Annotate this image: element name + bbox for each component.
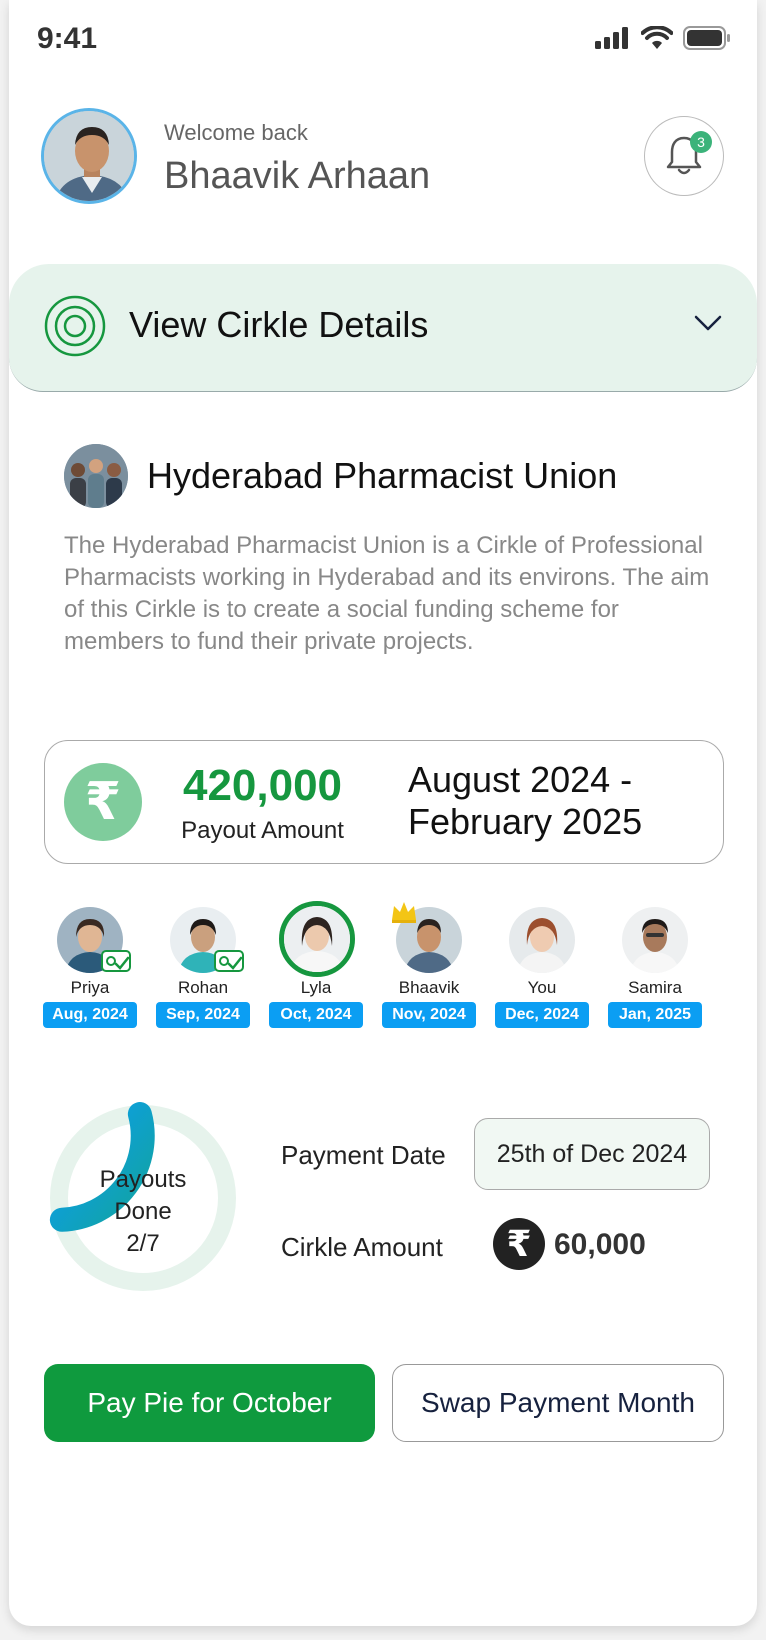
member-month-badge: Nov, 2024: [382, 1002, 476, 1028]
cirkle-target-icon: [44, 295, 106, 357]
paid-check-icon: [101, 950, 131, 972]
member-name: Samira: [628, 978, 682, 997]
member-month-badge: Dec, 2024: [495, 1002, 589, 1028]
member-month-badge: Aug, 2024: [43, 1002, 137, 1028]
user-name: Bhaavik Arhaan: [164, 155, 431, 197]
member-month-badge: Sep, 2024: [156, 1002, 250, 1028]
cirkle-details-title: View Cirkle Details: [129, 304, 429, 345]
user-avatar[interactable]: [41, 108, 137, 204]
payout-amount-label: Payout Amount: [181, 817, 344, 844]
wifi-icon: [641, 26, 673, 49]
group-name: Hyderabad Pharmacist Union: [147, 455, 618, 496]
payout-amount: 420,000: [182, 761, 343, 810]
payouts-progress-label: Payouts Done 2/7: [43, 1164, 243, 1260]
phone-screen: 9:41 Welcome back Bhaavik Arhaan 3 View …: [9, 0, 757, 1626]
notification-badge: 3: [690, 131, 712, 153]
signal-icon: [595, 27, 628, 49]
notifications-button[interactable]: 3: [644, 116, 724, 196]
member-name: Lyla: [300, 978, 332, 997]
payout-period: August 2024 - February 2025: [408, 759, 718, 843]
payment-date-value: 25th of Dec 2024: [474, 1118, 710, 1190]
member-name: Rohan: [177, 978, 229, 997]
member-name: Bhaavik: [398, 978, 460, 997]
welcome-text: Welcome back: [164, 120, 308, 145]
member-avatar: [509, 907, 575, 973]
payout-card: ₹ 420,000 Payout Amount August 2024 - Fe…: [44, 740, 724, 864]
rupee-icon: ₹: [493, 1218, 545, 1270]
payouts-line1: Payouts: [99, 1166, 187, 1193]
payouts-line2: Done: [114, 1198, 172, 1225]
group-avatar: [64, 444, 128, 508]
member-name: You: [527, 978, 557, 997]
member-name: Priya: [70, 978, 110, 997]
members-row: Priya Aug, 2024 Rohan Sep, 2024 Lyla Oct…: [43, 900, 733, 1030]
cirkle-amount-value: 60,000: [554, 1228, 646, 1261]
crown-icon: [392, 902, 416, 923]
status-icons: [595, 26, 731, 50]
paid-check-icon: [214, 950, 244, 972]
battery-icon: [683, 26, 730, 50]
member-avatar-active: [279, 901, 355, 977]
member-avatar: [622, 907, 688, 973]
rupee-icon: ₹: [64, 763, 142, 841]
swap-payment-month-button[interactable]: Swap Payment Month: [392, 1364, 724, 1442]
payout-period-end: February 2025: [408, 801, 643, 842]
payout-period-start: August 2024 -: [408, 759, 633, 800]
payment-date-label: Payment Date: [281, 1140, 446, 1170]
payouts-count: 2/7: [126, 1230, 160, 1257]
user-avatar-photo: [44, 111, 134, 201]
group-description: The Hyderabad Pharmacist Union is a Cirk…: [64, 532, 710, 655]
status-time: 9:41: [37, 22, 98, 55]
cirkle-amount-label: Cirkle Amount: [281, 1232, 443, 1262]
group-photo: [64, 444, 128, 508]
pay-pie-button[interactable]: Pay Pie for October: [44, 1364, 375, 1442]
chevron-down-icon: [694, 315, 722, 331]
member-month-badge: Jan, 2025: [608, 1002, 702, 1028]
view-cirkle-details-toggle[interactable]: View Cirkle Details: [9, 264, 757, 392]
member-month-badge: Oct, 2024: [269, 1002, 363, 1028]
